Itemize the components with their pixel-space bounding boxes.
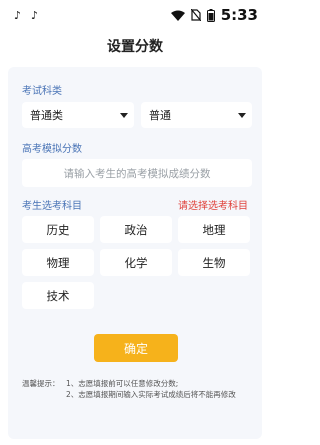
subject-technology[interactable]: 技术 — [22, 282, 94, 309]
tips-line-1: 1、志愿填报前可以任意修改分数; — [66, 379, 179, 388]
subject-politics[interactable]: 政治 — [100, 216, 172, 243]
category-select-value: 普通类 — [30, 109, 63, 122]
subject-biology[interactable]: 生物 — [178, 249, 250, 276]
subject-chemistry[interactable]: 化学 — [100, 249, 172, 276]
no-sim-icon — [190, 9, 201, 21]
page-title: 设置分数 — [107, 39, 163, 55]
elective-hint: 请选择选考科目 — [178, 201, 248, 212]
subject-geography[interactable]: 地理 — [178, 216, 250, 243]
clock: 5:33 — [220, 6, 258, 24]
wifi-icon — [170, 10, 185, 21]
tiktok-icon: ♪ — [14, 8, 22, 22]
confirm-button[interactable]: 确定 — [94, 334, 178, 362]
battery-icon — [206, 8, 215, 22]
category-select[interactable]: 普通类 — [22, 102, 134, 128]
elective-label: 考生选考科目 — [22, 201, 82, 212]
status-bar: ♪ ♪ 5:33 — [0, 0, 270, 30]
score-input[interactable]: 请输入考生的高考模拟成绩分数 — [22, 159, 252, 187]
subject-physics[interactable]: 物理 — [22, 249, 94, 276]
tips-lead: 温馨提示： — [22, 379, 60, 388]
exam-type-label: 考试科类 — [22, 86, 62, 97]
chevron-down-icon — [120, 112, 128, 118]
chevron-down-icon — [238, 112, 246, 118]
tips-line-2: 2、志愿填报期间输入实际考试成绩后将不能再修改 — [66, 390, 236, 399]
subtype-select-value: 普通 — [149, 109, 171, 122]
tips: 温馨提示： 1、志愿填报前可以任意修改分数; 2、志愿填报期间输入实际考试成绩后… — [22, 378, 236, 400]
tiktok-icon: ♪ — [31, 8, 39, 22]
mock-score-label: 高考模拟分数 — [22, 144, 82, 155]
subtype-select[interactable]: 普通 — [141, 102, 252, 128]
subject-history[interactable]: 历史 — [22, 216, 94, 243]
